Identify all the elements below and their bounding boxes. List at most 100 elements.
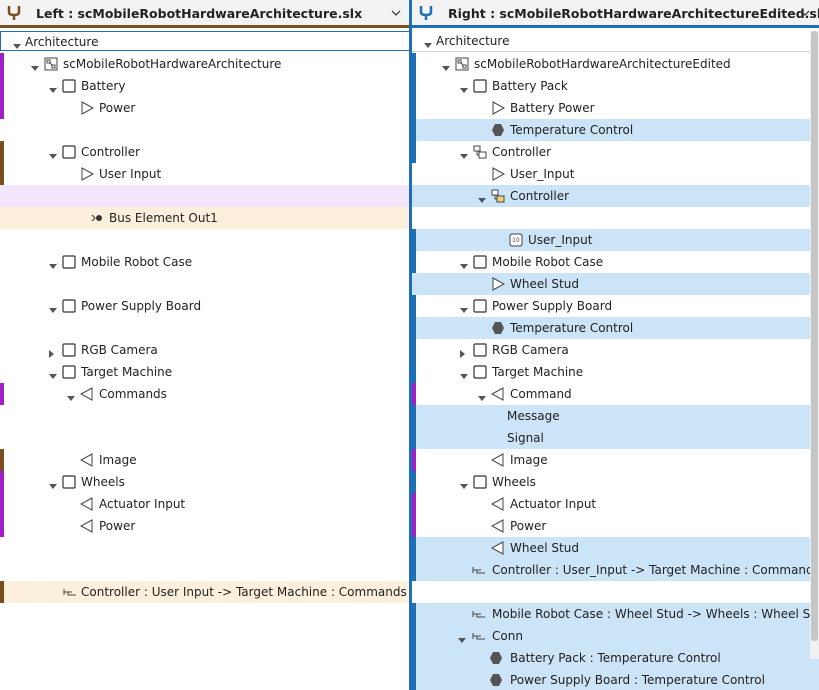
- tree-row[interactable]: Controller: [412, 185, 819, 207]
- tree-row[interactable]: Wheel Stud: [412, 537, 819, 559]
- tree-row[interactable]: scMobileRobotHardwareArchitecture: [0, 53, 410, 75]
- expand-arrow-icon[interactable]: [460, 369, 468, 383]
- vertical-scrollbar[interactable]: [810, 31, 819, 659]
- collapsed-arrow-icon[interactable]: [49, 347, 55, 361]
- collapse-arrow-icon[interactable]: [13, 39, 21, 53]
- change-marker: [412, 471, 416, 493]
- tree-row[interactable]: Power Supply Board: [412, 295, 819, 317]
- tree-row[interactable]: Temperature Control: [412, 119, 819, 141]
- chevron-down-icon[interactable]: [389, 6, 403, 20]
- expand-arrow-icon[interactable]: [460, 259, 468, 273]
- tree-row[interactable]: RGB Camera: [412, 339, 819, 361]
- component-icon: [473, 79, 487, 93]
- expand-arrow-icon[interactable]: [478, 391, 486, 405]
- tree-row[interactable]: Controller : User Input -> Target Machin…: [0, 581, 410, 603]
- expand-arrow-icon[interactable]: [49, 479, 57, 493]
- tree-row[interactable]: User Input: [0, 163, 410, 185]
- tree-row-label: Battery Power: [510, 101, 595, 115]
- expand-arrow-icon[interactable]: [49, 83, 57, 97]
- expand-arrow-icon[interactable]: [460, 479, 468, 493]
- expand-arrow-icon[interactable]: [442, 61, 450, 75]
- component-icon: [473, 299, 487, 313]
- tree-row[interactable]: User_Input: [412, 163, 819, 185]
- tree-row-label: Wheels: [492, 475, 536, 489]
- tree-row-placeholder: [0, 185, 410, 207]
- component-icon: [473, 365, 487, 379]
- tree-row[interactable]: RGB Camera: [0, 339, 410, 361]
- tree-row[interactable]: Conn: [412, 625, 819, 647]
- tree-row-label: Target Machine: [492, 365, 584, 379]
- tree-row[interactable]: Bus Element Out1: [0, 207, 410, 229]
- tree-row[interactable]: Power: [0, 97, 410, 119]
- tree-row[interactable]: Power Supply Board : Temperature Control: [412, 669, 819, 690]
- expand-arrow-icon[interactable]: [49, 149, 57, 163]
- collapsed-arrow-icon[interactable]: [460, 347, 466, 361]
- tree-row[interactable]: Controller: [0, 141, 410, 163]
- tree-row[interactable]: scMobileRobotHardwareArchitectureEdited: [412, 53, 819, 75]
- tree-row[interactable]: Power: [412, 515, 819, 537]
- scrollbar-thumb[interactable]: [811, 31, 818, 641]
- tree-row-label: RGB Camera: [81, 343, 158, 357]
- change-marker: [412, 603, 416, 625]
- tree-row-label: Temperature Control: [510, 321, 634, 335]
- tree-row[interactable]: Signal: [412, 427, 819, 449]
- tree-row[interactable]: Actuator Input: [0, 493, 410, 515]
- right-pane-title: Right : scMobileRobotHardwareArchitectur…: [448, 6, 819, 21]
- right-column-header[interactable]: Architecture: [412, 31, 819, 52]
- tree-row[interactable]: Message: [412, 405, 819, 427]
- expand-arrow-icon[interactable]: [31, 61, 39, 75]
- tree-row-label: Controller: [81, 145, 141, 159]
- expand-arrow-icon[interactable]: [67, 391, 75, 405]
- port-in-icon: [79, 453, 94, 467]
- right-comparison-pane: Right : scMobileRobotHardwareArchitectur…: [412, 0, 819, 690]
- tree-row[interactable]: Wheel Stud: [412, 273, 819, 295]
- tree-row[interactable]: Target Machine: [412, 361, 819, 383]
- tree-row[interactable]: Mobile Robot Case: [412, 251, 819, 273]
- tree-row[interactable]: Wheels: [412, 471, 819, 493]
- chevron-down-icon[interactable]: [798, 6, 812, 20]
- tree-row[interactable]: Commands: [0, 383, 410, 405]
- tree-row[interactable]: Power Supply Board: [0, 295, 410, 317]
- port-in-icon: [490, 387, 505, 401]
- expand-arrow-icon[interactable]: [49, 259, 57, 273]
- branch-icon: [418, 4, 434, 25]
- tree-row[interactable]: Battery Pack : Temperature Control: [412, 647, 819, 669]
- tree-row[interactable]: Actuator Input: [412, 493, 819, 515]
- collapse-arrow-icon[interactable]: [424, 38, 432, 52]
- tree-row-placeholder: [412, 581, 819, 603]
- expand-arrow-icon[interactable]: [49, 369, 57, 383]
- left-column-header[interactable]: Architecture: [0, 31, 410, 51]
- tree-row[interactable]: Temperature Control: [412, 317, 819, 339]
- tree-row[interactable]: Wheels: [0, 471, 410, 493]
- tree-row[interactable]: Controller: [412, 141, 819, 163]
- component-icon: [473, 475, 487, 489]
- tree-row[interactable]: 10 User_Input: [412, 229, 819, 251]
- tree-row-label: Image: [99, 453, 137, 467]
- tree-row[interactable]: Battery Power: [412, 97, 819, 119]
- tree-row-label: RGB Camera: [492, 343, 569, 357]
- expand-arrow-icon[interactable]: [478, 193, 486, 207]
- tree-row[interactable]: Image: [412, 449, 819, 471]
- tree-row[interactable]: Battery Pack: [412, 75, 819, 97]
- tree-row[interactable]: Mobile Robot Case: [0, 251, 410, 273]
- physical-port-icon: [491, 321, 505, 335]
- change-marker: [412, 53, 416, 75]
- tree-row[interactable]: Command: [412, 383, 819, 405]
- tree-row[interactable]: Mobile Robot Case : Wheel Stud -> Wheels…: [412, 603, 819, 625]
- expand-arrow-icon[interactable]: [458, 633, 466, 647]
- tree-row[interactable]: Controller : User_Input -> Target Machin…: [412, 559, 819, 581]
- tree-row-label: User_Input: [528, 233, 593, 247]
- component-icon: [62, 299, 76, 313]
- change-marker: [0, 163, 4, 185]
- tree-row[interactable]: Battery: [0, 75, 410, 97]
- expand-arrow-icon[interactable]: [460, 149, 468, 163]
- port-in-icon: [490, 453, 505, 467]
- expand-arrow-icon[interactable]: [49, 303, 57, 317]
- change-marker: [412, 559, 416, 581]
- change-marker: [412, 97, 416, 119]
- expand-arrow-icon[interactable]: [460, 83, 468, 97]
- expand-arrow-icon[interactable]: [460, 303, 468, 317]
- tree-row[interactable]: Power: [0, 515, 410, 537]
- tree-row[interactable]: Image: [0, 449, 410, 471]
- tree-row[interactable]: Target Machine: [0, 361, 410, 383]
